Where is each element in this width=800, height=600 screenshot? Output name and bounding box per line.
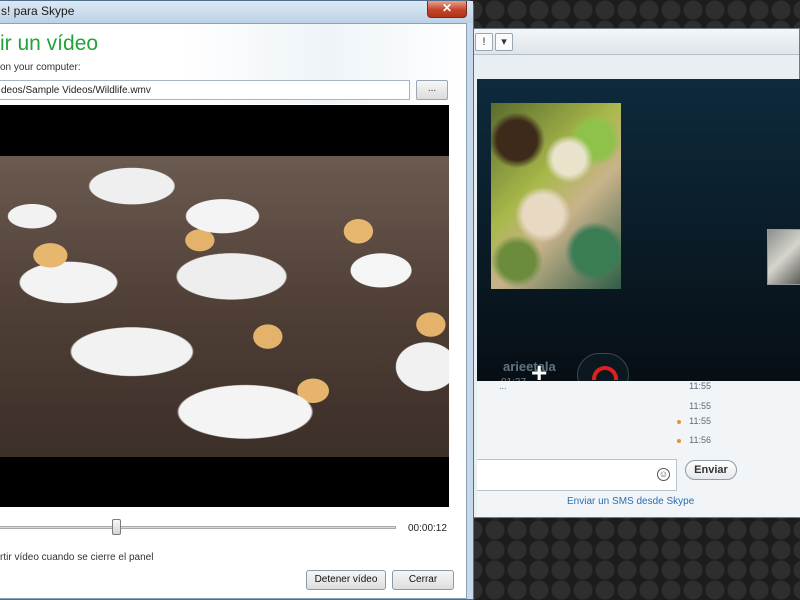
close-button[interactable]: Cerrar bbox=[392, 570, 454, 590]
skype-window: ! ▾ arieetala 01:37 + ... 11:55 11:55 11… bbox=[462, 28, 800, 518]
message-input[interactable]: ☺ bbox=[477, 459, 677, 491]
emoji-icon[interactable]: ☺ bbox=[657, 468, 670, 481]
dropdown-icon[interactable]: ▾ bbox=[495, 33, 513, 51]
chat-time: 11:55 bbox=[689, 416, 711, 426]
share-video-dialog: s! para Skype ✕ ir un vídeo on your comp… bbox=[0, 0, 474, 600]
video-frame-image bbox=[0, 156, 449, 457]
dialog-titlebar[interactable]: s! para Skype ✕ bbox=[0, 1, 473, 23]
caller-video bbox=[491, 103, 621, 289]
source-label: on your computer: bbox=[0, 62, 81, 73]
file-path-input[interactable] bbox=[0, 80, 410, 100]
dialog-heading: ir un vídeo bbox=[0, 32, 99, 55]
chat-area: ... 11:55 11:55 11:55 11:56 ☺ Enviar Env… bbox=[477, 381, 800, 517]
attachment-icon[interactable]: ! bbox=[475, 33, 493, 51]
chat-time: 11:56 bbox=[689, 435, 711, 445]
keep-sharing-label: rtir vídeo cuando se cierre el panel bbox=[0, 552, 154, 563]
send-button[interactable]: Enviar bbox=[685, 460, 737, 480]
seek-bar[interactable] bbox=[0, 526, 396, 529]
video-player[interactable] bbox=[0, 105, 449, 507]
browse-button[interactable]: ... bbox=[416, 80, 448, 100]
chat-unread-dot bbox=[677, 420, 681, 424]
chat-ellipsis: ... bbox=[499, 381, 507, 391]
call-panel: arieetala 01:37 + bbox=[477, 79, 800, 411]
close-window-button[interactable]: ✕ bbox=[427, 1, 467, 18]
send-sms-link[interactable]: Enviar un SMS desde Skype bbox=[567, 496, 694, 507]
time-display: 00:00:12 bbox=[408, 523, 447, 534]
hangup-icon bbox=[592, 366, 618, 380]
dialog-content: ir un vídeo on your computer: ... 00:00:… bbox=[0, 23, 467, 599]
dialog-title: s! para Skype bbox=[1, 4, 75, 18]
seek-handle[interactable] bbox=[112, 519, 121, 535]
stop-video-button[interactable]: Detener vídeo bbox=[306, 570, 386, 590]
chat-unread-dot bbox=[677, 439, 681, 443]
caller-name: arieetala bbox=[503, 359, 556, 374]
chat-time: 11:55 bbox=[689, 381, 711, 391]
chat-time: 11:55 bbox=[689, 401, 711, 411]
self-preview-thumbnail[interactable] bbox=[767, 229, 800, 285]
skype-toolbar: ! ▾ bbox=[463, 29, 799, 55]
